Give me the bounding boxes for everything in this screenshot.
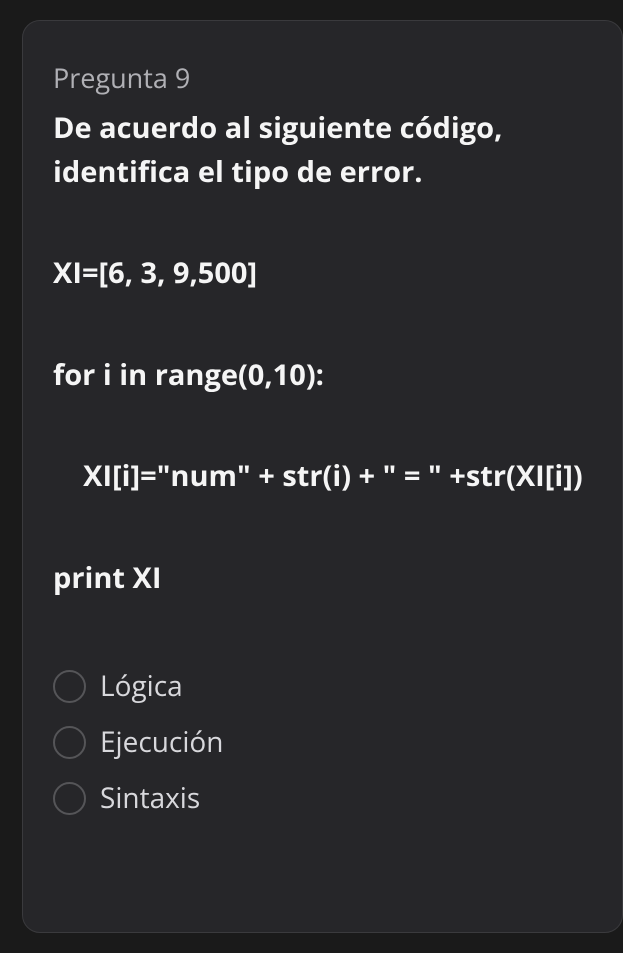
code-block: XI=[6, 3, 9,500] for i in range(0,10): X… xyxy=(53,251,592,599)
option-ejecucion[interactable]: Ejecución xyxy=(53,723,592,761)
code-line-1: XI=[6, 3, 9,500] xyxy=(53,251,592,295)
question-title: De acuerdo al siguiente código, identifi… xyxy=(53,106,592,193)
radio-icon xyxy=(53,726,86,759)
code-line-2: for i in range(0,10): xyxy=(53,353,592,397)
options-group: Lógica Ejecución Sintaxis xyxy=(53,667,592,817)
question-number-label: Pregunta 9 xyxy=(53,59,592,96)
radio-icon xyxy=(53,782,86,815)
question-card: Pregunta 9 De acuerdo al siguiente códig… xyxy=(22,20,623,933)
option-label: Lógica xyxy=(100,667,183,705)
code-line-4: print XI xyxy=(53,556,592,600)
radio-icon xyxy=(53,670,86,703)
option-label: Sintaxis xyxy=(100,779,200,817)
option-logica[interactable]: Lógica xyxy=(53,667,592,705)
code-line-3: XI[i]="num" + str(i) + " = " +str(XI[i]) xyxy=(53,454,592,498)
option-sintaxis[interactable]: Sintaxis xyxy=(53,779,592,817)
option-label: Ejecución xyxy=(100,723,223,761)
